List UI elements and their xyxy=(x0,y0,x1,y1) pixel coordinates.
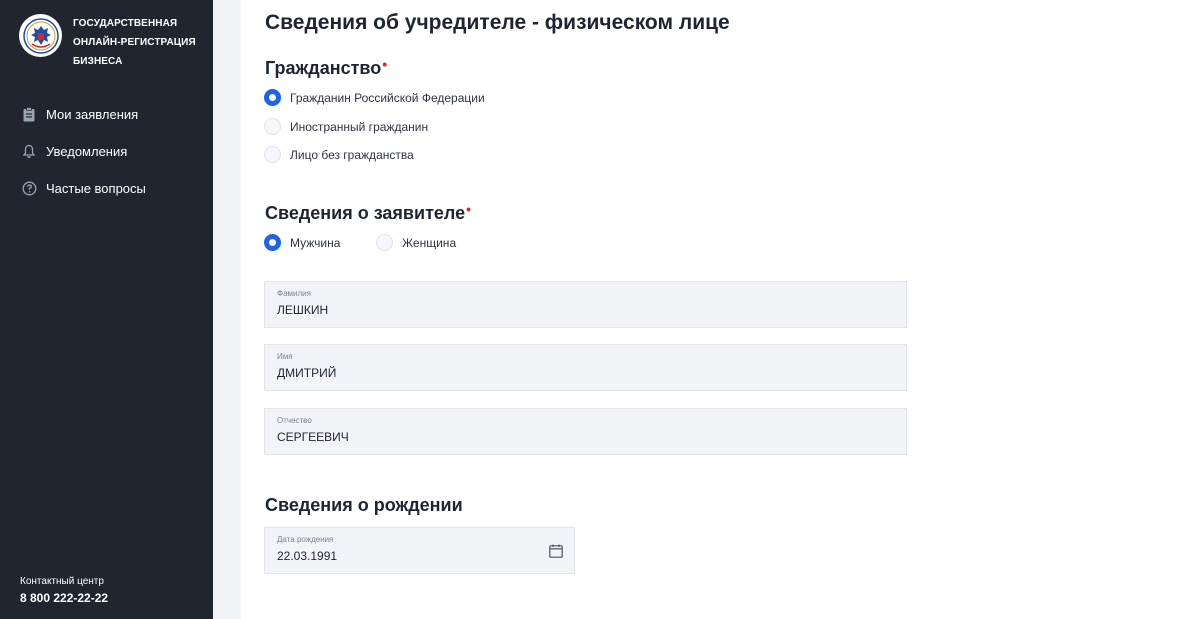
contact-label: Контактный центр xyxy=(20,576,104,587)
bell-icon xyxy=(21,144,37,160)
main-content: Сведения об учредителе - физическом лице… xyxy=(241,0,1200,619)
radio-indicator[interactable] xyxy=(264,234,281,251)
sidebar: Государственная онлайн-регистрация бизне… xyxy=(0,0,213,619)
birth-title: Сведения о рождении xyxy=(265,495,463,515)
name-input[interactable]: ДМИТРИЙ xyxy=(277,365,894,381)
clipboard-icon xyxy=(21,107,37,123)
contact-center: Контактный центр 8 800 222-22-22 xyxy=(20,575,108,605)
radio-label: Гражданин Российской Федерации xyxy=(290,90,485,105)
question-circle-icon xyxy=(21,181,37,197)
birth-date-input[interactable]: 22.03.1991 xyxy=(277,548,562,564)
radio-indicator[interactable] xyxy=(376,234,393,251)
brand-title: Государственная онлайн-регистрация бизне… xyxy=(73,14,196,71)
birth-date-field[interactable]: Дата рождения 22.03.1991 xyxy=(264,527,575,574)
field-label: Дата рождения xyxy=(277,535,334,544)
page-title: Сведения об учредителе - физическом лице xyxy=(265,11,730,34)
sidebar-item-label: Уведомления xyxy=(46,144,128,159)
radio-label: Женщина xyxy=(402,235,457,250)
name-field[interactable]: Имя ДМИТРИЙ xyxy=(264,344,907,391)
sidebar-item-label: Частые вопросы xyxy=(46,181,146,196)
sidebar-item-faq[interactable]: Частые вопросы xyxy=(0,170,213,207)
radio-label: Лицо без гражданства xyxy=(290,147,414,162)
field-label: Отчество xyxy=(277,416,312,425)
required-mark: • xyxy=(466,201,472,217)
applicant-title: Сведения о заявителе• xyxy=(265,201,472,224)
coat-of-arms-icon xyxy=(19,14,62,57)
patronymic-field[interactable]: Отчество СЕРГЕЕВИЧ xyxy=(264,408,907,455)
radio-indicator[interactable] xyxy=(264,118,281,135)
field-label: Имя xyxy=(277,352,293,361)
radio-label: Иностранный гражданин xyxy=(290,119,429,134)
sidebar-item-label: Мои заявления xyxy=(46,107,139,122)
brand[interactable]: Государственная онлайн-регистрация бизне… xyxy=(19,14,196,71)
radio-russian-citizen[interactable]: Гражданин Российской Федерации xyxy=(264,89,485,106)
radio-male[interactable]: Мужчина xyxy=(264,234,340,251)
radio-female[interactable]: Женщина xyxy=(376,234,456,251)
radio-label: Мужчина xyxy=(290,235,341,250)
sidebar-item-notifications[interactable]: Уведомления xyxy=(0,133,213,170)
calendar-icon[interactable] xyxy=(549,544,563,558)
radio-indicator[interactable] xyxy=(264,146,281,163)
patronymic-input[interactable]: СЕРГЕЕВИЧ xyxy=(277,429,894,445)
field-label: Фамилия xyxy=(277,289,311,298)
citizenship-title-text: Гражданство xyxy=(265,58,382,78)
brand-line-1: Государственная xyxy=(73,18,178,29)
brand-line-3: бизнеса xyxy=(73,56,123,67)
required-mark: • xyxy=(382,56,388,72)
sidebar-item-my-applications[interactable]: Мои заявления xyxy=(0,96,213,133)
contact-phone[interactable]: 8 800 222-22-22 xyxy=(20,591,108,605)
applicant-title-text: Сведения о заявителе xyxy=(265,203,466,223)
citizenship-title: Гражданство• xyxy=(265,56,388,79)
radio-stateless[interactable]: Лицо без гражданства xyxy=(264,146,414,163)
sidebar-nav: Мои заявления Уведомления Частые вопросы xyxy=(0,96,213,207)
radio-indicator[interactable] xyxy=(264,89,281,106)
brand-line-2: онлайн-регистрация xyxy=(73,37,196,48)
surname-input[interactable]: ЛЕШКИН xyxy=(277,302,894,318)
radio-foreign-citizen[interactable]: Иностранный гражданин xyxy=(264,118,428,135)
surname-field[interactable]: Фамилия ЛЕШКИН xyxy=(264,281,907,328)
